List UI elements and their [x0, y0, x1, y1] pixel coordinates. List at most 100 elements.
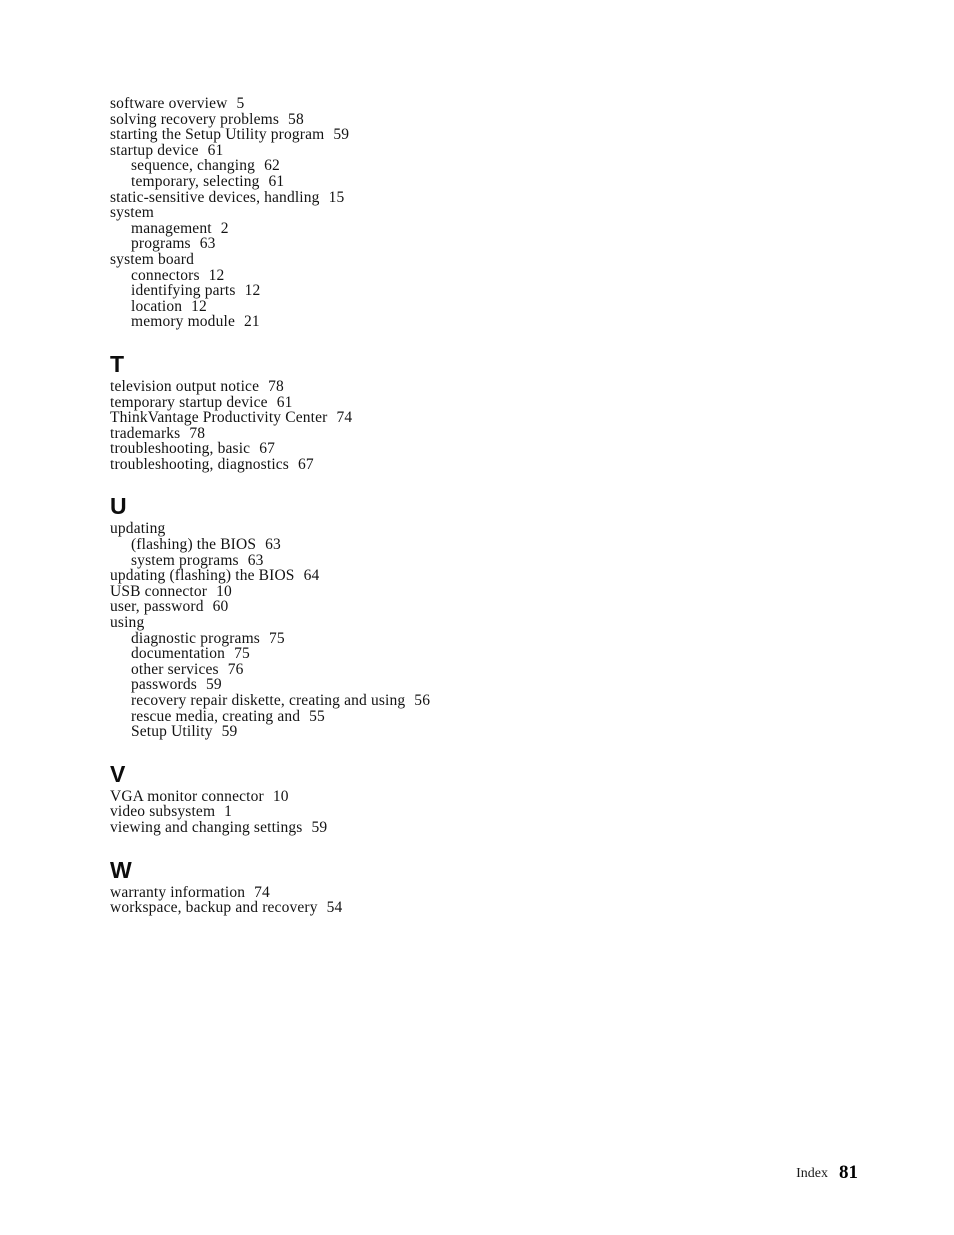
index-entry[interactable]: updating (flashing) the BIOS 64: [110, 568, 810, 584]
index-entry-page-number: 59: [205, 676, 222, 694]
index-section: Wwarranty information 74 workspace, backup…: [110, 857, 810, 916]
index-entry-page-number: 63: [199, 235, 216, 253]
index-entry-page-number: 63: [247, 551, 264, 569]
index-page: software overview 5 solving recovery probl…: [0, 0, 954, 1235]
index-entry[interactable]: viewing and changing settings 59: [110, 820, 810, 836]
index-entry-text: Setup Utility: [131, 723, 213, 741]
index-subentry[interactable]: memory module 21: [110, 314, 810, 330]
index-entry-page-number: 54: [326, 899, 343, 917]
index-entry-page-number: 12: [244, 282, 261, 300]
index-entry[interactable]: startup device 61: [110, 141, 810, 159]
section-heading-letter: W: [110, 856, 132, 883]
index-entry[interactable]: ThinkVantage Productivity Center 74: [110, 410, 810, 426]
index-subentry[interactable]: system programs 63: [110, 551, 810, 569]
index-entry-text: sequence, changing: [131, 157, 256, 175]
index-subentry[interactable]: connectors 12: [110, 266, 810, 284]
index-subentry[interactable]: diagnostic programs 75: [110, 629, 810, 647]
index-entry-page-number: 10: [216, 582, 232, 600]
index-entry-page-number: 61: [276, 393, 293, 411]
footer-page-number: 81: [839, 1162, 858, 1183]
index-entry-page-number: 59: [221, 723, 238, 741]
index-entry-text: startup device: [110, 141, 199, 159]
index-entry-page-number: 64: [303, 567, 320, 585]
index-subentry[interactable]: sequence, changing 62: [110, 158, 810, 174]
index-entry-text: using: [110, 614, 145, 632]
index-entry-page-number: 75: [234, 645, 250, 663]
section-heading-letter: T: [110, 350, 125, 377]
index-entry-text: system: [110, 204, 154, 222]
index-section: software overview 5 solving recovery probl…: [110, 96, 810, 330]
index-subentry[interactable]: other services 76: [110, 662, 810, 678]
section-heading-v: V: [110, 761, 810, 787]
index-entry-page-number: 10: [272, 787, 289, 805]
index-entry-page-number: 67: [259, 440, 276, 458]
index-section: Ttelevision output notice 78 temporary sta…: [110, 351, 810, 473]
index-entry[interactable]: USB connector 10: [110, 584, 810, 600]
index-entry-page-number: 59: [333, 126, 350, 144]
index-entry[interactable]: user, password 60: [110, 599, 810, 615]
index-subentry[interactable]: programs 63: [110, 236, 810, 252]
index-entry[interactable]: troubleshooting, diagnostics 67: [110, 457, 810, 473]
index-entry[interactable]: solving recovery problems 58: [110, 110, 810, 128]
index-entry[interactable]: troubleshooting, basic 67: [110, 441, 810, 457]
index-entry-text: system programs: [131, 551, 239, 569]
index-entry-page-number: 67: [298, 455, 314, 473]
index-entry[interactable]: starting the Setup Utility program 59: [110, 127, 810, 143]
index-entry-page-number: 12: [208, 266, 225, 284]
index-subentry[interactable]: (flashing) the BIOS 63: [110, 537, 810, 553]
index-entry[interactable]: static-sensitive devices, handling 15: [110, 189, 810, 206]
index-entry-page-number: 62: [264, 157, 280, 175]
index-subentry[interactable]: recovery repair diskette, creating and u…: [110, 693, 810, 709]
index-entry-page-number: 2: [220, 219, 229, 237]
index-entry-page-number: 21: [243, 313, 260, 331]
index-subentry[interactable]: temporary, selecting 61: [110, 174, 810, 190]
index-entry-page-number: 58: [288, 110, 304, 128]
index-entry-page-number: 74: [336, 409, 353, 427]
index-entry[interactable]: temporary startup device 61: [110, 393, 810, 411]
index-subentry[interactable]: documentation 75: [110, 646, 810, 662]
index-subentry[interactable]: identifying parts 12: [110, 283, 810, 299]
index-entry-text: VGA monitor connector: [110, 787, 264, 805]
index-entry[interactable]: system: [110, 205, 810, 221]
index-entry-text: solving recovery problems: [110, 110, 280, 128]
index-entry-text: updating (flashing) the BIOS: [110, 567, 295, 585]
index-entry[interactable]: trademarks 78: [110, 424, 810, 442]
index-entry-text: viewing and changing settings: [110, 818, 303, 836]
index-entry[interactable]: system board: [110, 252, 810, 268]
index-entry-list: warranty information 74 workspace, backup …: [110, 883, 810, 916]
index-entry[interactable]: warranty information 74: [110, 883, 810, 901]
index-entry-text: passwords: [131, 676, 197, 694]
index-section: Uupdating (flashing) the BIOS 63 system pro…: [110, 493, 810, 739]
index-entry[interactable]: video subsystem 1: [110, 804, 810, 820]
index-entry-text: recovery repair diskette, creating and u…: [131, 692, 406, 709]
index-subentry[interactable]: passwords 59: [110, 677, 810, 693]
index-entry[interactable]: workspace, backup and recovery 54: [110, 900, 810, 916]
index-entry-page-number: 74: [254, 883, 270, 901]
index-entry[interactable]: updating: [110, 521, 810, 537]
index-subentry[interactable]: Setup Utility 59: [110, 724, 810, 740]
index-entry-text: identifying parts: [131, 282, 236, 300]
index-content: software overview 5 solving recovery probl…: [110, 96, 810, 916]
index-entry[interactable]: television output notice 78: [110, 379, 810, 395]
index-entry-page-number: 78: [189, 424, 206, 442]
index-entry[interactable]: software overview 5: [110, 96, 810, 112]
footer-label: Index: [796, 1166, 828, 1181]
index-subentry[interactable]: management 2: [110, 219, 810, 237]
index-entry-text: troubleshooting, basic: [110, 440, 251, 458]
index-entry-text: USB connector: [110, 582, 208, 600]
index-entry-list: updating (flashing) the BIOS 63 system prog…: [110, 521, 810, 739]
index-entry-text: location: [131, 297, 183, 315]
index-entry-text: television output notice: [110, 377, 260, 395]
index-entry-page-number: 61: [268, 172, 285, 190]
index-entry[interactable]: VGA monitor connector 10: [110, 787, 810, 805]
index-entry-text: video subsystem: [110, 803, 216, 821]
index-entry-text: programs: [131, 235, 191, 253]
index-entry[interactable]: using: [110, 615, 810, 631]
index-entry-text: system board: [110, 250, 195, 268]
index-entry-text: temporary startup device: [110, 393, 268, 411]
index-entry-page-number: 75: [268, 629, 285, 647]
index-subentry[interactable]: rescue media, creating and 55: [110, 708, 810, 725]
index-subentry[interactable]: location 12: [110, 297, 810, 315]
section-heading-letter: U: [110, 493, 127, 520]
index-entry-text: software overview: [110, 95, 228, 112]
